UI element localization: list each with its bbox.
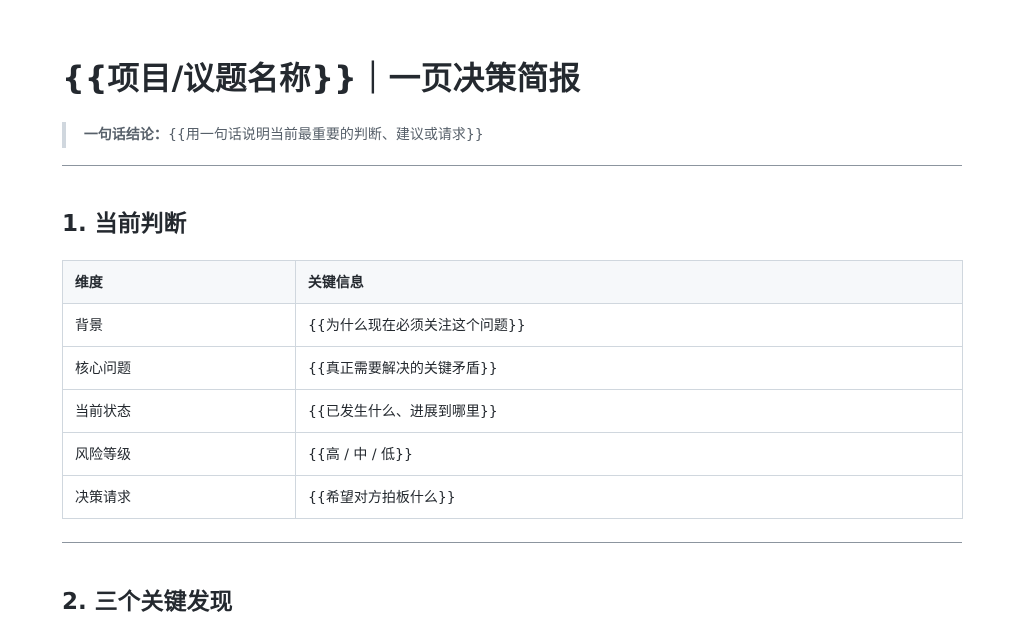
table-cell-info: {{高 / 中 / 低}}	[295, 432, 963, 476]
horizontal-rule	[62, 165, 962, 166]
judgment-table: 维度 关键信息 背景 {{为什么现在必须关注这个问题}} 核心问题 {{真正需要…	[62, 260, 963, 519]
column-header-dimension: 维度	[62, 260, 296, 304]
table-header-row: 维度 关键信息	[62, 260, 963, 304]
summary-text: {{用一句话说明当前最重要的判断、建议或请求}}	[168, 127, 484, 143]
table-cell-dimension: 当前状态	[62, 389, 296, 433]
section-heading-key-findings: 2. 三个关键发现	[62, 589, 233, 615]
table-cell-info: {{为什么现在必须关注这个问题}}	[295, 303, 963, 347]
page-title: {{项目/议题名称}}｜一页决策简报	[62, 59, 581, 97]
table-cell-info: {{已发生什么、进展到哪里}}	[295, 389, 963, 433]
table-cell-dimension: 背景	[62, 303, 296, 347]
table-row: 风险等级 {{高 / 中 / 低}}	[62, 432, 963, 476]
summary-label: 一句话结论：	[84, 127, 168, 143]
table-cell-info: {{真正需要解决的关键矛盾}}	[295, 346, 963, 390]
table-row: 决策请求 {{希望对方拍板什么}}	[62, 475, 963, 519]
column-header-key-info: 关键信息	[295, 260, 963, 304]
table-row: 当前状态 {{已发生什么、进展到哪里}}	[62, 389, 963, 433]
horizontal-rule	[62, 542, 962, 543]
document-page: {{项目/议题名称}}｜一页决策简报 一句话结论：{{用一句话说明当前最重要的判…	[0, 0, 1024, 640]
section-heading-current-judgment: 1. 当前判断	[62, 211, 187, 237]
table-row: 核心问题 {{真正需要解决的关键矛盾}}	[62, 346, 963, 390]
table-cell-dimension: 决策请求	[62, 475, 296, 519]
table-cell-dimension: 风险等级	[62, 432, 296, 476]
table-cell-info: {{希望对方拍板什么}}	[295, 475, 963, 519]
table-cell-dimension: 核心问题	[62, 346, 296, 390]
summary-blockquote: 一句话结论：{{用一句话说明当前最重要的判断、建议或请求}}	[62, 122, 962, 148]
table-row: 背景 {{为什么现在必须关注这个问题}}	[62, 303, 963, 347]
